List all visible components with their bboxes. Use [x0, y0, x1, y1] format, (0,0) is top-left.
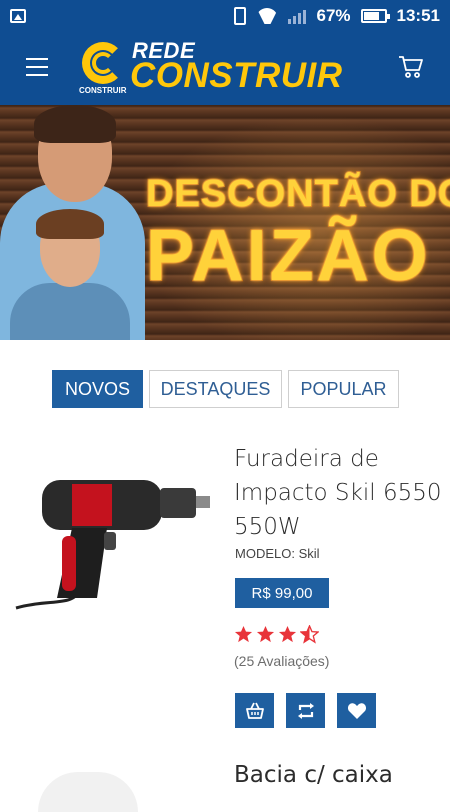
- clock: 13:51: [396, 6, 440, 25]
- battery-icon: [360, 9, 390, 23]
- wifi-icon: [256, 8, 278, 24]
- banner-headline-2: PAIZÃO: [145, 215, 431, 297]
- logo-mark-inner: [92, 52, 114, 74]
- review-count[interactable]: (25 Avaliações): [234, 653, 329, 669]
- product-image[interactable]: [12, 458, 212, 618]
- heart-icon[interactable]: [337, 693, 376, 728]
- son-image: [10, 283, 130, 340]
- battery-percent: 67%: [316, 6, 351, 25]
- signal-icon: [288, 8, 307, 24]
- tab-novos[interactable]: NOVOS: [52, 370, 143, 408]
- promo-banner[interactable]: DESCONTÃO DO PAIZÃO: [0, 105, 450, 340]
- vibrate-icon: [234, 7, 247, 25]
- shopping-cart-icon[interactable]: [398, 54, 424, 80]
- logo[interactable]: CONSTRUIR REDE CONSTRUIR: [79, 38, 374, 98]
- status-bar: 67% 13:51: [0, 0, 450, 32]
- product-actions: [235, 693, 376, 728]
- basket-icon[interactable]: [235, 693, 274, 728]
- tab-popular[interactable]: POPULAR: [288, 370, 399, 408]
- star-half-icon: [300, 625, 319, 644]
- logo-text-construir: CONSTRUIR: [130, 56, 343, 95]
- hamburger-menu-icon[interactable]: [26, 58, 48, 76]
- image-notification-icon: [10, 9, 26, 23]
- tab-destaques[interactable]: DESTAQUES: [149, 370, 282, 408]
- father-hair: [34, 105, 116, 143]
- product-price: R$ 99,00: [235, 578, 329, 608]
- product-title[interactable]: Bacia c/ caixa: [234, 762, 393, 788]
- star-full-icon: [278, 625, 297, 643]
- product-model: MODELO: Skil: [235, 546, 320, 561]
- app-header: CONSTRUIR REDE CONSTRUIR: [0, 32, 450, 105]
- son-hair: [36, 209, 104, 239]
- logo-mark-caption: CONSTRUIR: [79, 86, 127, 95]
- star-full-icon: [256, 625, 275, 643]
- compare-icon[interactable]: [286, 693, 325, 728]
- rating-stars: [234, 625, 319, 644]
- product-tabs: NOVOS DESTAQUES POPULAR: [52, 370, 399, 408]
- banner-headline-1: DESCONTÃO DO: [145, 172, 450, 216]
- product-title[interactable]: Furadeira de Impacto Skil 6550 550W: [234, 442, 444, 544]
- product-image[interactable]: [38, 772, 138, 812]
- star-full-icon: [234, 625, 253, 643]
